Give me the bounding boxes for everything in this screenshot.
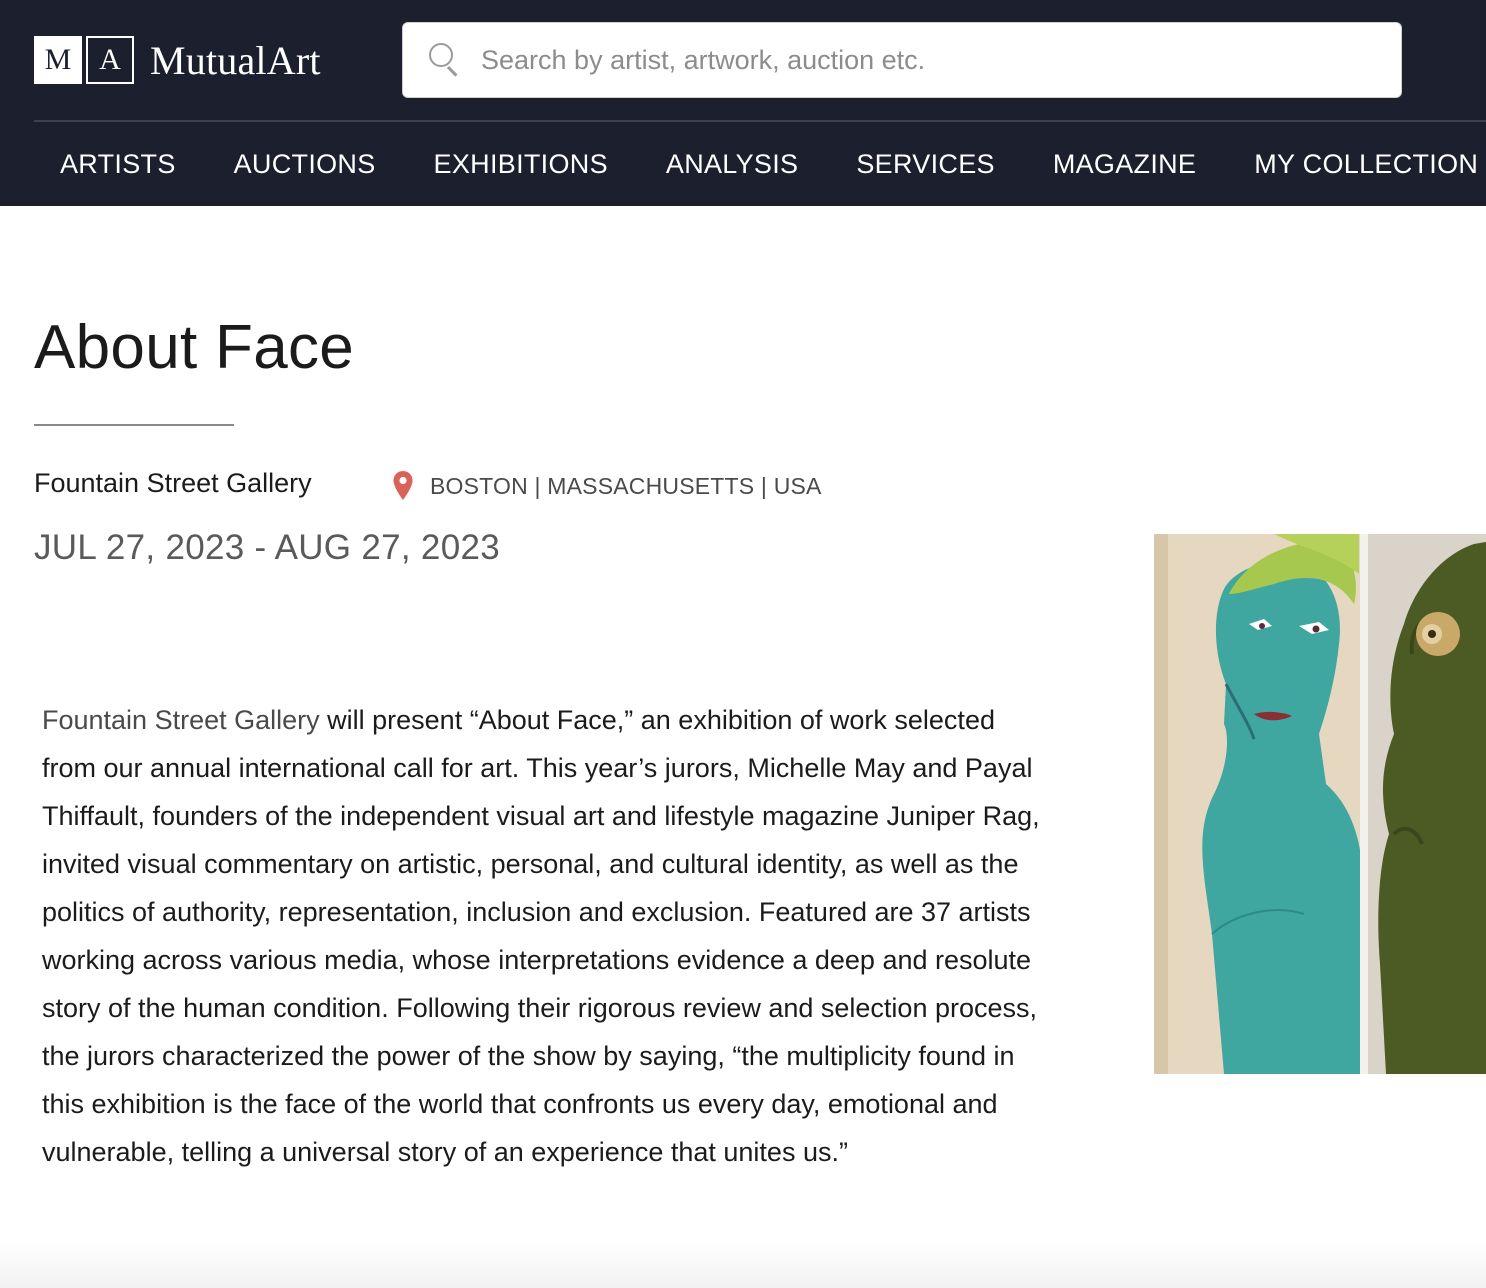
- nav-item-services[interactable]: SERVICES: [856, 140, 994, 188]
- mutualart-logo[interactable]: M A MutualArt: [34, 36, 321, 84]
- logo-letter-a: A: [86, 36, 134, 84]
- site-header: M A MutualArt ARTISTS AUCTIONS EXHIBITIO…: [0, 0, 1486, 206]
- search-icon[interactable]: [429, 43, 463, 77]
- nav-item-magazine[interactable]: MAGAZINE: [1053, 140, 1196, 188]
- description-text: will present “About Face,” an exhibition…: [42, 705, 1040, 1167]
- title-divider: [34, 424, 234, 426]
- main-nav: ARTISTS AUCTIONS EXHIBITIONS ANALYSIS SE…: [60, 140, 1478, 188]
- exhibition-image[interactable]: [1154, 534, 1486, 1074]
- exhibition-dates: JUL 27, 2023 - AUG 27, 2023: [34, 528, 500, 567]
- description-gallery-link[interactable]: Fountain Street Gallery: [42, 705, 320, 735]
- gallery-name[interactable]: Fountain Street Gallery: [34, 468, 312, 499]
- search-bar[interactable]: [402, 22, 1402, 98]
- header-divider: [34, 120, 1486, 122]
- search-input[interactable]: [481, 40, 1361, 80]
- nav-item-artists[interactable]: ARTISTS: [60, 140, 176, 188]
- bottom-fade: [0, 1240, 1486, 1288]
- location-pin-icon: [392, 470, 414, 502]
- nav-item-analysis[interactable]: ANALYSIS: [666, 140, 798, 188]
- nav-item-my-collection[interactable]: MY COLLECTION: [1254, 140, 1478, 188]
- nav-item-auctions[interactable]: AUCTIONS: [234, 140, 376, 188]
- logo-wordmark: MutualArt: [150, 37, 321, 83]
- nav-item-exhibitions[interactable]: EXHIBITIONS: [434, 140, 608, 188]
- exhibition-location: BOSTON | MASSACHUSETTS | USA: [392, 470, 822, 502]
- logo-letter-m: M: [34, 36, 82, 84]
- page-title: About Face: [34, 313, 355, 382]
- exhibition-description: Fountain Street Gallery will present “Ab…: [42, 696, 1042, 1176]
- location-text: BOSTON | MASSACHUSETTS | USA: [430, 472, 822, 499]
